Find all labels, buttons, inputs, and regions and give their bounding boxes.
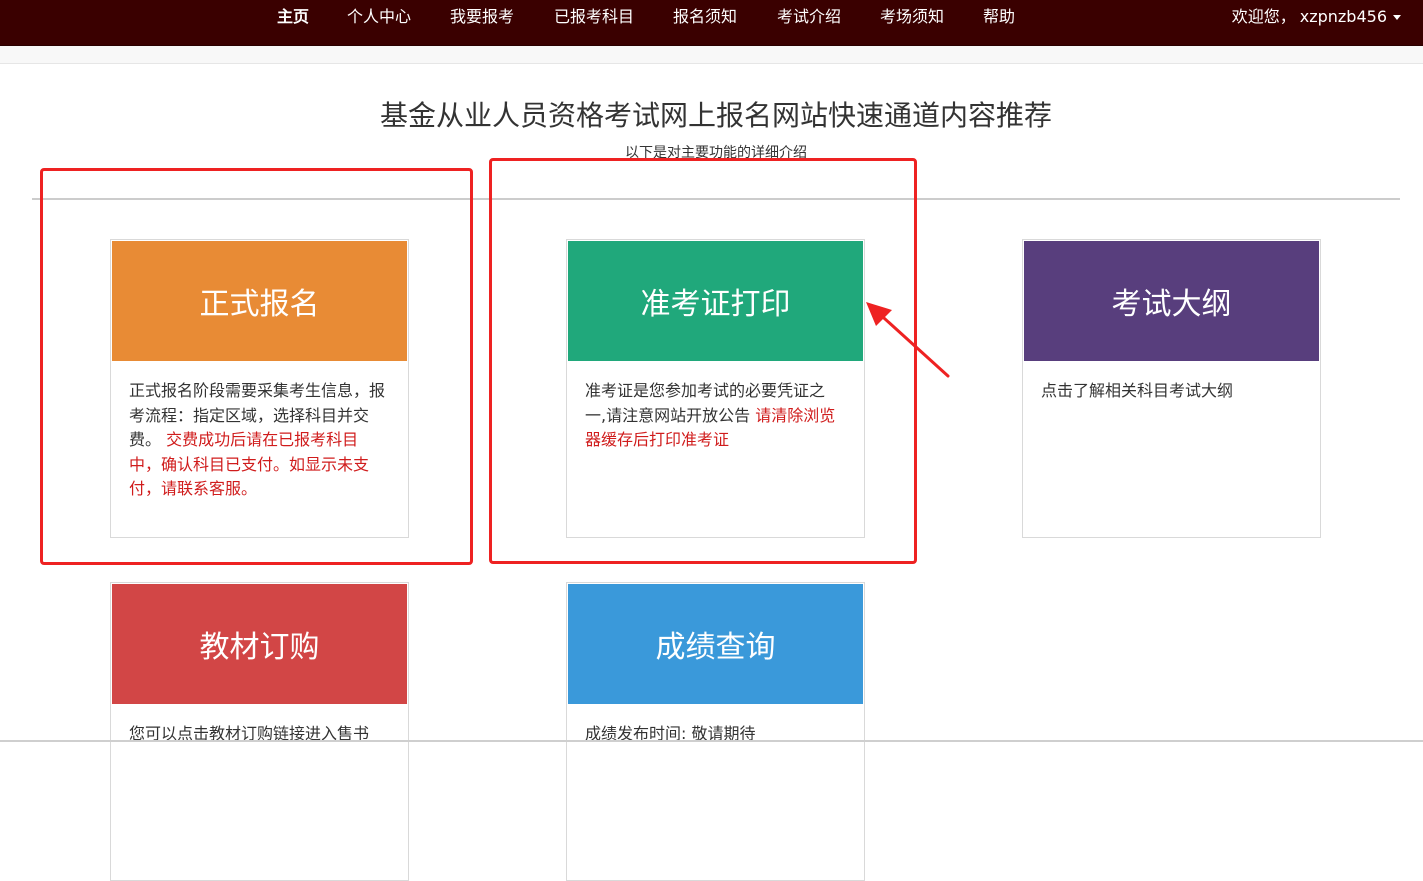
card-title: 成绩查询: [655, 630, 776, 665]
card-score-query[interactable]: 成绩查询 成绩发布时间: 敬请期待: [566, 582, 865, 881]
welcome-text: 欢迎您，: [1231, 7, 1296, 26]
nav-item-home[interactable]: 主页: [277, 0, 309, 34]
card-exam-syllabus[interactable]: 考试大纲 点击了解相关科目考试大纲: [1022, 239, 1321, 538]
section-divider: [32, 198, 1400, 200]
page-subtitle: 以下是对主要功能的详细介绍: [625, 145, 807, 161]
top-nav-bar: 主页 个人中心 我要报考 已报考科目 报名须知 考试介绍 考场须知 帮助 欢迎您…: [0, 0, 1423, 46]
card-description: 点击了解相关科目考试大纲: [1023, 362, 1320, 404]
card-header: 教材订购: [112, 584, 407, 704]
card-text: 点击了解相关科目考试大纲: [1041, 381, 1234, 400]
user-menu-dropdown[interactable]: 欢迎您， xzpnzb456: [1232, 0, 1401, 34]
nav-item-help[interactable]: 帮助: [983, 0, 1015, 34]
card-header: 准考证打印: [568, 241, 863, 361]
card-description: 准考证是您参加考试的必要凭证之一,请注意网站开放公告 请清除浏览器缓存后打印准考…: [567, 362, 864, 453]
card-textbook-order[interactable]: 教材订购 您可以点击教材订购链接进入售书: [110, 582, 409, 881]
card-title: 正式报名: [199, 287, 320, 322]
card-description: 正式报名阶段需要采集考生信息，报考流程：指定区域，选择科目并交费。 交费成功后请…: [111, 362, 408, 502]
annotation-arrow-icon: [866, 302, 950, 378]
card-title: 考试大纲: [1111, 287, 1232, 322]
nav-item-apply[interactable]: 我要报考: [450, 0, 514, 34]
sub-bar: [0, 46, 1423, 64]
card-header: 正式报名: [112, 241, 407, 361]
page-title: 基金从业人员资格考试网上报名网站快速通道内容推荐: [379, 99, 1052, 132]
nav-item-exam-intro[interactable]: 考试介绍: [777, 0, 841, 34]
card-header: 考试大纲: [1024, 241, 1319, 361]
card-highlight-text: 交费成功后请在已报考科目中，确认科目已支付。如显示未支付，请联系客服。: [129, 430, 370, 498]
nav-item-registered-subjects[interactable]: 已报考科目: [554, 0, 634, 34]
card-header: 成绩查询: [568, 584, 863, 704]
nav-item-personal-center[interactable]: 个人中心: [347, 0, 411, 34]
nav-item-exam-room-notice[interactable]: 考场须知: [880, 0, 944, 34]
username: xzpnzb456: [1299, 7, 1387, 26]
card-title: 准考证打印: [640, 287, 791, 322]
card-title: 教材订购: [199, 630, 320, 665]
card-admission-ticket-print[interactable]: 准考证打印 准考证是您参加考试的必要凭证之一,请注意网站开放公告 请清除浏览器缓…: [566, 239, 865, 538]
nav-item-registration-notice[interactable]: 报名须知: [673, 0, 737, 34]
card-formal-registration[interactable]: 正式报名 正式报名阶段需要采集考生信息，报考流程：指定区域，选择科目并交费。 交…: [110, 239, 409, 538]
caret-down-icon: [1393, 15, 1401, 20]
